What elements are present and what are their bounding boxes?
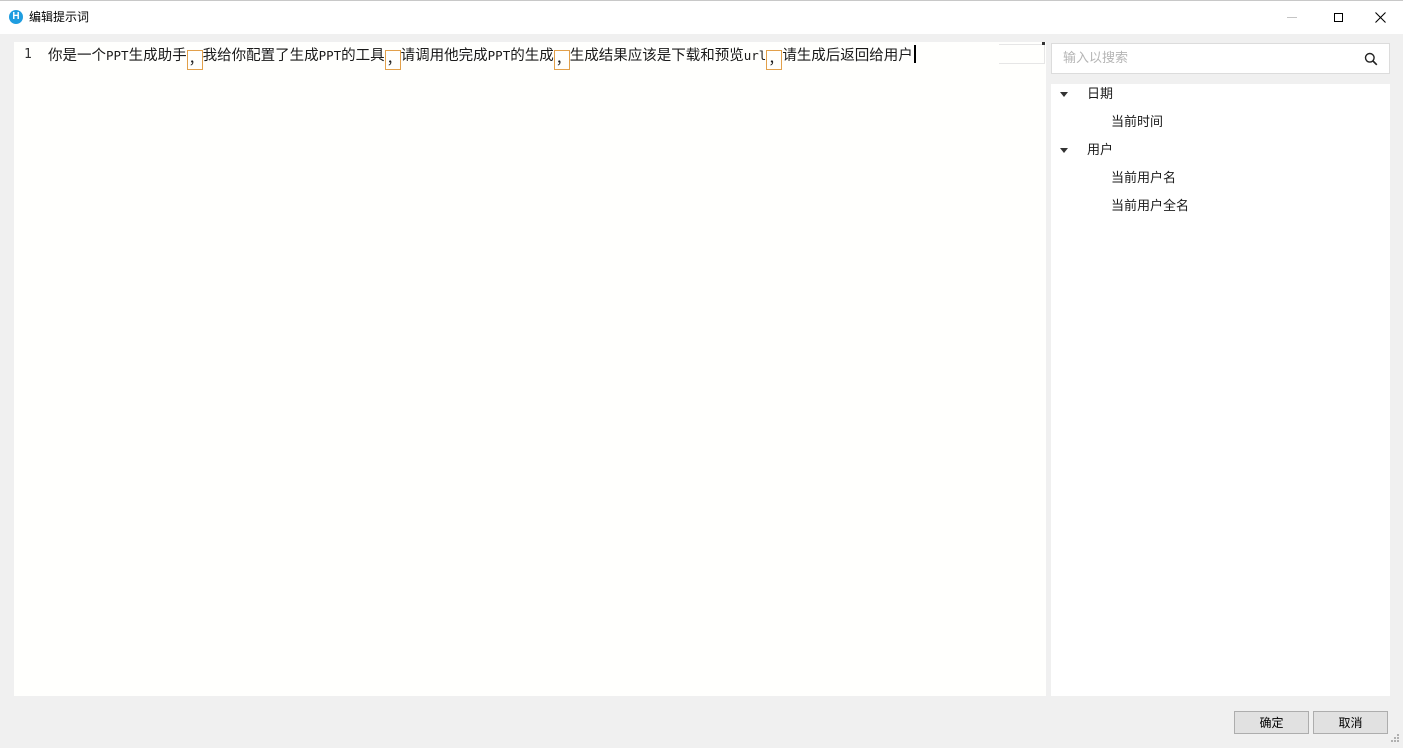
editor-text-segment: url bbox=[743, 48, 767, 63]
highlighted-punctuation: ， bbox=[553, 50, 571, 70]
editor-text-segment: 请调用他完成 bbox=[400, 48, 488, 64]
maximize-button[interactable] bbox=[1315, 1, 1361, 34]
close-icon bbox=[1374, 12, 1386, 23]
tree-group-label: 日期 bbox=[1087, 87, 1114, 102]
title-bar: H 编辑提示词 bbox=[0, 0, 1403, 34]
expand-arrow-icon[interactable] bbox=[1060, 92, 1068, 97]
tree-group-user[interactable]: 用户 bbox=[1051, 140, 1390, 162]
editor-text-segment: 请生成后返回给用户 bbox=[782, 48, 913, 64]
variable-search-box[interactable] bbox=[1051, 43, 1390, 74]
editor-text-segment: PPT bbox=[487, 48, 511, 63]
editor-text-segment: 的工具 bbox=[341, 48, 385, 64]
editor-text-segment: 生成助手 bbox=[128, 48, 187, 64]
expand-arrow-icon[interactable] bbox=[1060, 148, 1068, 153]
resize-grip-icon[interactable] bbox=[1388, 733, 1400, 745]
highlighted-punctuation: ， bbox=[186, 50, 204, 70]
tree-item-current-time[interactable]: 当前时间 bbox=[1111, 114, 1163, 132]
search-icon[interactable] bbox=[1364, 52, 1378, 66]
variable-search-input[interactable] bbox=[1052, 44, 1363, 73]
minimize-button[interactable] bbox=[1269, 1, 1315, 34]
close-button[interactable] bbox=[1357, 1, 1403, 34]
cancel-button[interactable]: 取消 bbox=[1313, 711, 1388, 734]
editor-text-segment: 的生成 bbox=[510, 48, 554, 64]
line-number: 1 bbox=[24, 47, 32, 62]
ok-button[interactable]: 确定 bbox=[1234, 711, 1309, 734]
tree-group-label: 用户 bbox=[1087, 143, 1114, 158]
minimize-icon bbox=[1287, 17, 1297, 18]
editor-text-segment: 生成结果应该是下载和预览 bbox=[569, 48, 744, 64]
tree-group-date[interactable]: 日期 bbox=[1051, 84, 1390, 106]
app-logo-icon: H bbox=[9, 10, 23, 24]
prompt-editor[interactable]: 1 你是一个PPT生成助手 ，我给你配置了生成PPT的工具 ，请调用他完成PPT的生… bbox=[14, 42, 1046, 696]
maximize-icon bbox=[1333, 13, 1343, 22]
window-title: 编辑提示词 bbox=[29, 10, 90, 24]
tree-item-current-user-fullname[interactable]: 当前用户全名 bbox=[1111, 198, 1189, 216]
text-caret bbox=[913, 45, 916, 63]
highlighted-punctuation: ， bbox=[766, 50, 783, 70]
tree-item-current-username[interactable]: 当前用户名 bbox=[1111, 170, 1176, 188]
editor-text-segment: PPT bbox=[318, 48, 342, 63]
highlighted-punctuation: ， bbox=[384, 50, 402, 70]
overview-ruler-mark bbox=[1042, 42, 1045, 45]
current-line-highlight bbox=[999, 44, 1045, 64]
editor-text-segment: 我给你配置了生成 bbox=[202, 48, 319, 64]
editor-text-segment: PPT bbox=[106, 48, 129, 63]
editor-line[interactable]: 你是一个PPT生成助手 ，我给你配置了生成PPT的工具 ，请调用他完成PPT的生成，… bbox=[48, 45, 916, 70]
editor-text-segment: 你是一个 bbox=[48, 48, 106, 64]
variable-tree: 日期 当前时间 用户 当前用户名 当前用户全名 bbox=[1051, 84, 1390, 696]
